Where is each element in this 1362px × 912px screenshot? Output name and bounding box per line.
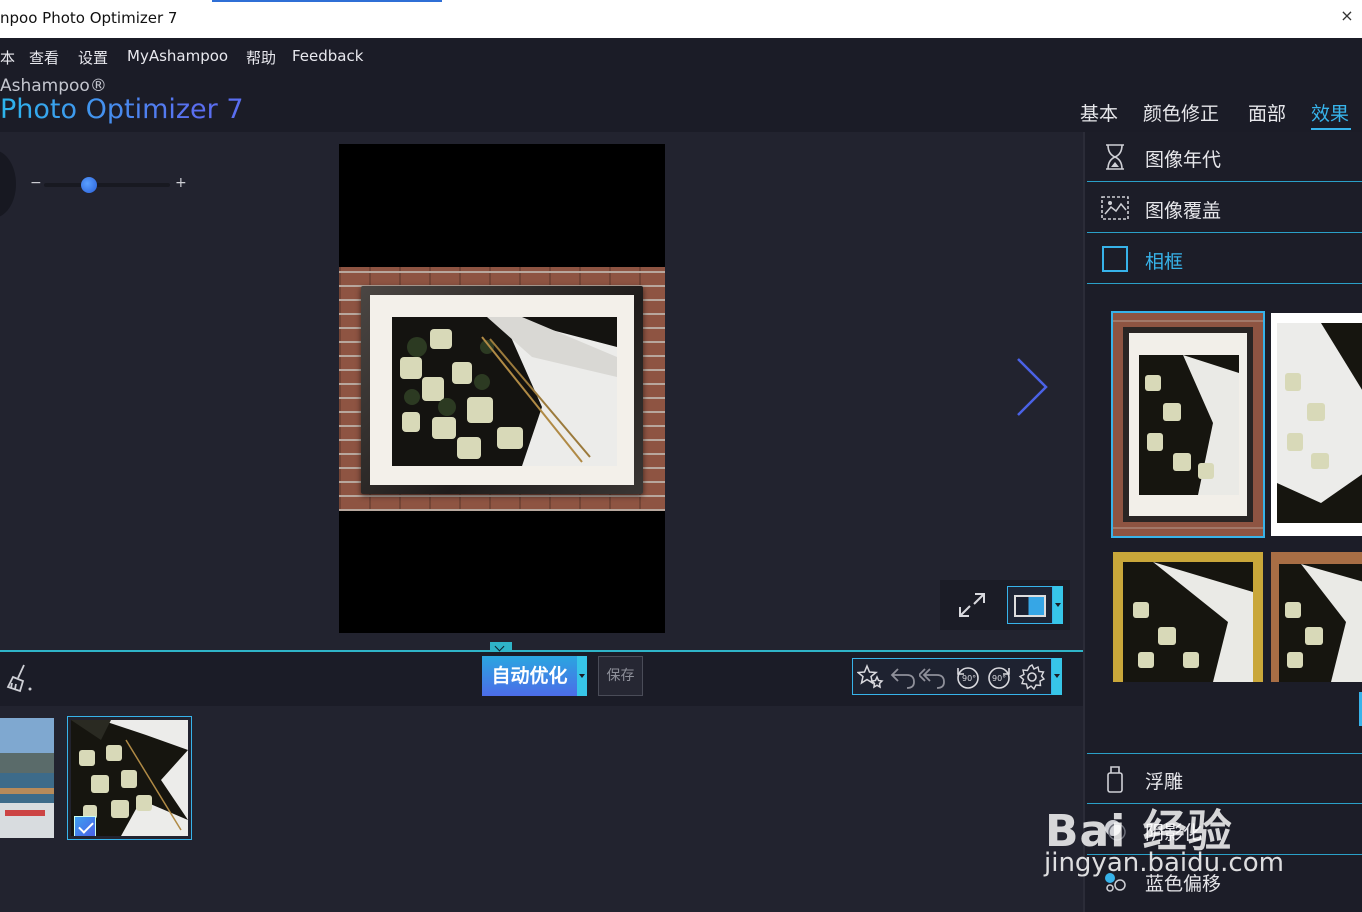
filmstrip-thumb-harbor[interactable] [0, 718, 54, 838]
tab-face[interactable]: 面部 [1248, 99, 1286, 126]
frame-style-white-torn[interactable] [1271, 313, 1362, 536]
active-tab-indicator [1311, 128, 1351, 130]
save-button[interactable]: 保存 [598, 656, 643, 696]
compare-view-button[interactable] [1007, 586, 1053, 624]
app-header: Ashampoo® Photo Optimizer 7 基本 颜色修正 面部 效… [0, 72, 1362, 132]
selected-checkbox[interactable] [74, 816, 96, 836]
frame-style-wood[interactable] [1271, 552, 1362, 682]
settings-gear-icon[interactable] [1018, 663, 1046, 691]
split-view-icon [1014, 595, 1046, 617]
collapse-filmstrip-icon[interactable] [490, 642, 512, 651]
edit-tools-group: 90° 90° [852, 658, 1052, 695]
effect-label: 图像年代 [1145, 149, 1222, 171]
view-controls [940, 580, 1070, 630]
auto-optimize-dropdown[interactable] [577, 656, 587, 696]
brand-product: Photo Optimizer 7 [0, 94, 244, 125]
tools-dropdown[interactable] [1052, 658, 1062, 695]
window-title: npoo Photo Optimizer 7 [0, 9, 178, 27]
svg-text:90°: 90° [992, 674, 1006, 683]
menu-item-help[interactable]: 帮助 [246, 47, 276, 68]
rotate-right-icon[interactable]: 90° [986, 663, 1014, 691]
zoom-out-button[interactable]: − [30, 175, 42, 191]
effect-image-age[interactable]: 图像年代 [1087, 132, 1362, 182]
effect-label: 浮雕 [1145, 771, 1184, 793]
menu-item-feedback[interactable]: Feedback [292, 47, 363, 65]
tab-basic[interactable]: 基本 [1080, 99, 1118, 126]
menu-item-view[interactable]: 查看 [29, 47, 59, 68]
undo-all-icon[interactable] [919, 663, 947, 691]
zoom-slider-track[interactable] [44, 183, 170, 187]
tab-effects[interactable]: 效果 [1311, 99, 1349, 126]
image-overlay-icon [1101, 196, 1129, 220]
fullscreen-icon[interactable] [955, 588, 989, 622]
frame-mat [370, 295, 634, 485]
next-image-icon[interactable] [1012, 356, 1052, 418]
close-window-button[interactable]: × [1332, 6, 1362, 25]
preview-canvas[interactable] [339, 144, 665, 633]
tab-color-correction[interactable]: 颜色修正 [1143, 99, 1219, 126]
filmstrip-thumb-selected[interactable] [67, 716, 192, 840]
frame-style-gold[interactable] [1113, 552, 1263, 682]
undo-icon[interactable] [889, 663, 917, 691]
picture-frame [361, 286, 643, 494]
zoom-knob[interactable] [0, 150, 16, 218]
auto-optimize-button[interactable]: 自动优化 [482, 656, 577, 696]
menu-item-file[interactable]: 本 [0, 47, 15, 68]
frame-style-brick[interactable] [1111, 311, 1265, 538]
effect-frame[interactable]: 相框 [1087, 234, 1362, 284]
rotate-left-icon[interactable]: 90° [953, 663, 981, 691]
favorite-stars-icon[interactable] [857, 663, 885, 691]
menu-item-settings[interactable]: 设置 [78, 47, 108, 68]
frame-icon [1102, 246, 1128, 272]
effect-label-active: 相框 [1145, 251, 1184, 273]
effect-label: 图像覆盖 [1145, 200, 1222, 222]
title-accent-line [212, 0, 442, 2]
preview-photo [392, 317, 617, 466]
zoom-slider-thumb[interactable] [81, 177, 98, 193]
svg-text:90°: 90° [962, 674, 976, 683]
thumb-photo [71, 720, 188, 836]
menu-bar: 本 查看 设置 MyAshampoo 帮助 Feedback [0, 38, 1362, 72]
watermark-url: jingyan.baidu.com [1044, 848, 1284, 878]
brand-company: Ashampoo® [0, 76, 107, 96]
bottom-toolbar: 自动优化 保存 90° 90° [0, 652, 1083, 706]
hourglass-icon [1106, 144, 1124, 170]
menu-item-myashampoo[interactable]: MyAshampoo [127, 47, 228, 65]
effect-image-overlay[interactable]: 图像覆盖 [1087, 183, 1362, 233]
zoom-in-button[interactable]: + [175, 175, 187, 191]
broom-icon[interactable] [4, 662, 36, 694]
title-bar: npoo Photo Optimizer 7 × [0, 0, 1362, 38]
compare-dropdown-arrow[interactable] [1053, 586, 1063, 624]
brick-wall-background [339, 267, 665, 511]
filmstrip [0, 706, 1083, 912]
emboss-icon [1107, 766, 1123, 793]
